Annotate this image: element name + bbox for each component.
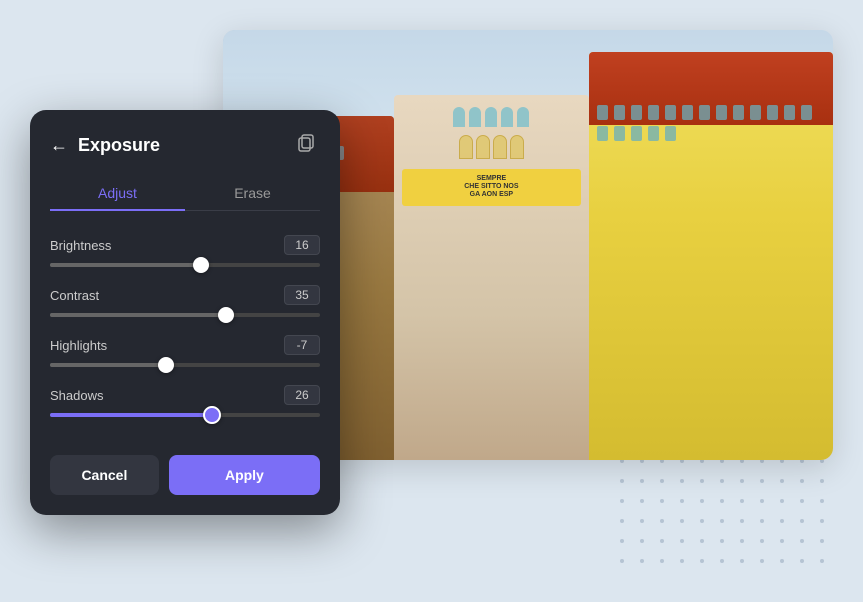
brightness-slider-row: Brightness 16	[50, 235, 320, 267]
highlights-label: Highlights	[50, 338, 107, 353]
sliders-area: Brightness 16 Contrast 35 Highlights	[30, 227, 340, 451]
highlights-thumb[interactable]	[158, 357, 174, 373]
tabs-container: Adjust Erase	[50, 177, 320, 211]
panel-header: ← Exposure	[30, 110, 340, 177]
buttons-row: Cancel Apply	[30, 451, 340, 515]
highlights-track[interactable]	[50, 363, 320, 367]
brightness-label: Brightness	[50, 238, 111, 253]
brightness-value[interactable]: 16	[284, 235, 320, 255]
back-arrow-icon: ←	[50, 135, 68, 156]
dot-pattern: const dp = document.querySelector('.dot-…	[613, 452, 833, 572]
brightness-thumb[interactable]	[193, 257, 209, 273]
brightness-label-row: Brightness 16	[50, 235, 320, 255]
contrast-value[interactable]: 35	[284, 285, 320, 305]
contrast-slider-row: Contrast 35	[50, 285, 320, 317]
building-right	[589, 52, 833, 461]
contrast-track[interactable]	[50, 313, 320, 317]
building-center: SEMPRECHE SITTO NOSGA AON ESP	[394, 95, 589, 461]
exposure-panel: ← Exposure Adjust Erase Brightness 16	[30, 110, 340, 515]
brightness-fill	[50, 263, 201, 267]
tab-adjust[interactable]: Adjust	[50, 177, 185, 211]
brightness-track[interactable]	[50, 263, 320, 267]
panel-title: Exposure	[78, 135, 160, 156]
contrast-label: Contrast	[50, 288, 99, 303]
contrast-fill	[50, 313, 226, 317]
highlights-fill	[50, 363, 166, 367]
highlights-value[interactable]: -7	[284, 335, 320, 355]
copy-icon	[298, 134, 316, 152]
shadows-thumb[interactable]	[203, 406, 221, 424]
shadows-track[interactable]	[50, 413, 320, 417]
shadows-value[interactable]: 26	[284, 385, 320, 405]
tab-erase[interactable]: Erase	[185, 177, 320, 211]
contrast-label-row: Contrast 35	[50, 285, 320, 305]
shadows-label-row: Shadows 26	[50, 385, 320, 405]
contrast-thumb[interactable]	[218, 307, 234, 323]
shadows-fill	[50, 413, 212, 417]
cancel-button[interactable]: Cancel	[50, 455, 159, 495]
apply-button[interactable]: Apply	[169, 455, 320, 495]
highlights-slider-row: Highlights -7	[50, 335, 320, 367]
shadows-label: Shadows	[50, 388, 103, 403]
highlights-label-row: Highlights -7	[50, 335, 320, 355]
panel-options-button[interactable]	[294, 130, 320, 161]
shadows-slider-row: Shadows 26	[50, 385, 320, 417]
back-button[interactable]: ← Exposure	[50, 135, 160, 156]
